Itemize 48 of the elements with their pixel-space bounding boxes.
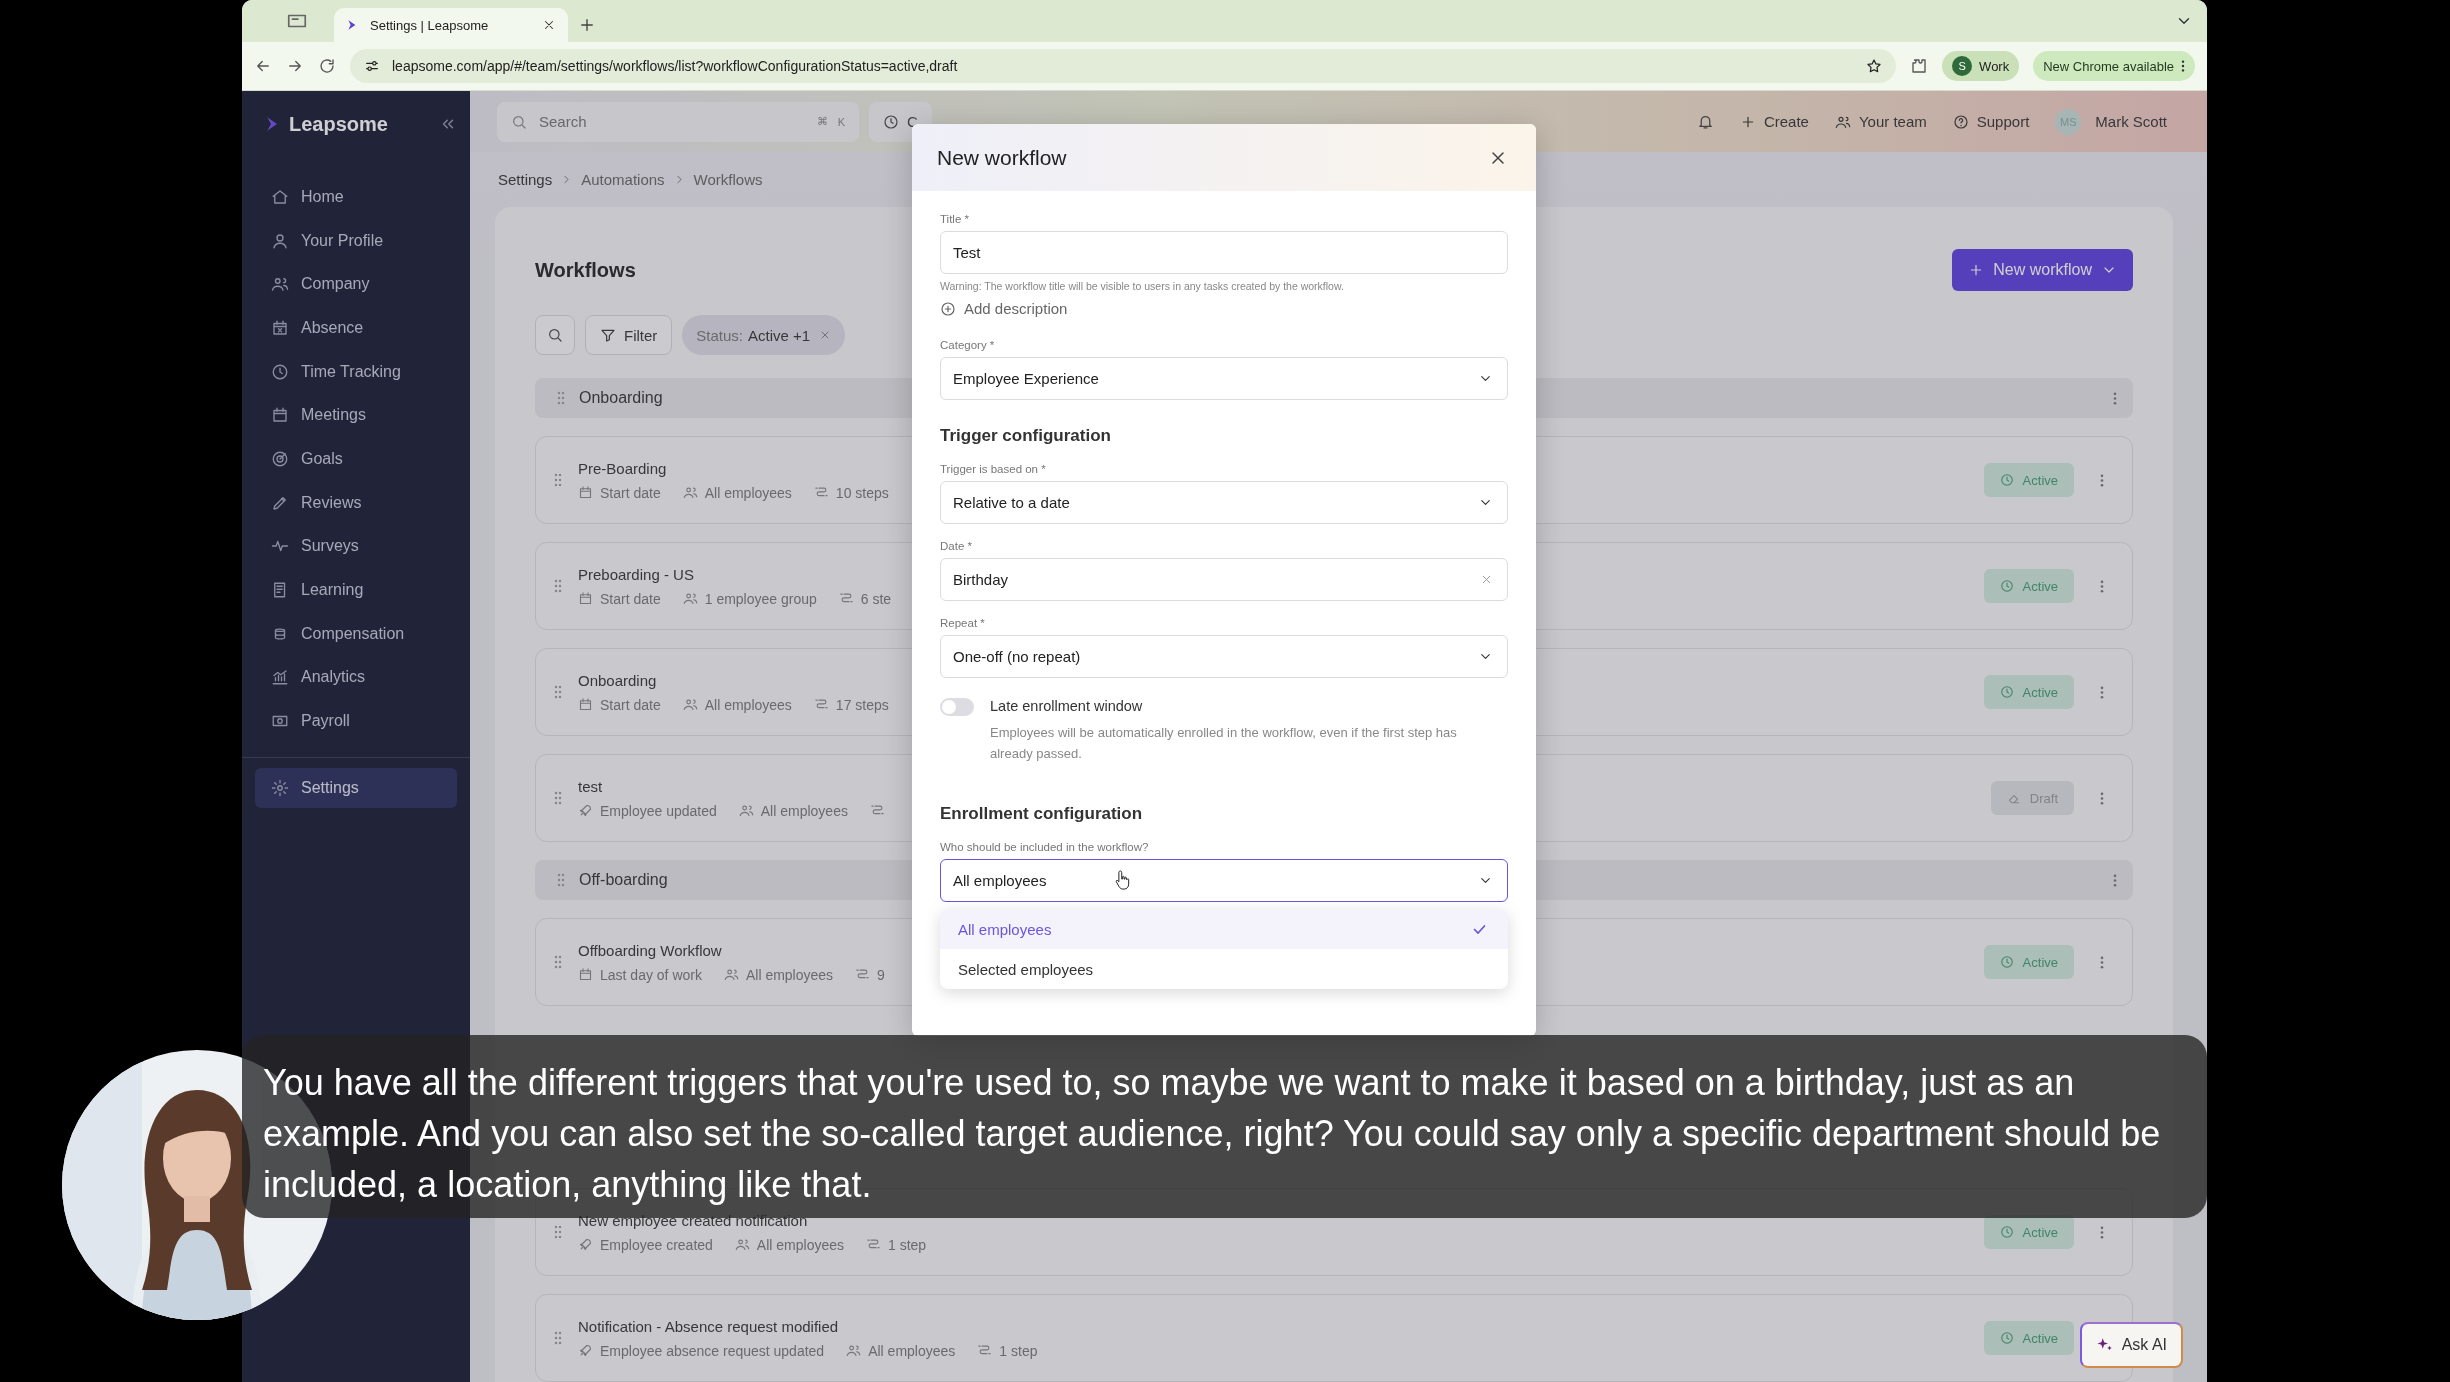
workflow-detail: Employee absence request updated [600,1342,825,1359]
workflow-detail: Start date [600,590,661,607]
status-badge: Active [1983,1321,2074,1355]
workflow-detail: 1 step [999,1342,1038,1359]
workflow-detail: Employee created [600,1236,713,1253]
section-heading: Trigger configuration [940,426,1111,446]
workflow-title: test [578,777,604,795]
dialog-title: New workflow [937,145,1068,170]
workflow-title: Onboarding [578,671,658,689]
status-badge: Active [1983,945,2074,979]
toggle-label: Late enrollment window [990,698,1144,714]
status-badge: Draft [1990,781,2074,815]
workflow-detail: 1 employee group [704,590,817,607]
workflow-detail: Start date [600,484,661,501]
workflow-title: Notification - Absence request modified [578,1317,840,1335]
workflow-detail: 6 ste [860,590,892,607]
workflow-detail: All employees [704,696,792,713]
workflow-detail: 9 [877,966,885,983]
workflow-detail: Last day of work [600,966,702,983]
workflow-detail: All employees [745,966,834,983]
status-badge: Active [1983,463,2074,497]
workflow-detail: All employees [868,1342,956,1359]
warning-text: Warning: The workflow title will be visible to users in any tasks created by the workflow. [940,280,1345,292]
workflow-detail: All employees [756,1236,844,1253]
brand-name: Leapsome [289,112,388,136]
status-badge: Active [1983,569,2074,603]
shortcut-key: ⌘ [816,115,828,129]
workflow-detail: Start date [600,696,661,713]
workflow-detail: 1 step [888,1236,927,1253]
page-title: Workflows [535,258,636,282]
workflow-detail: All employees [704,484,792,501]
field-label: Repeat * [940,617,985,629]
field-label: Date * [940,540,972,552]
workflow-title: Preboarding - US [578,565,695,583]
field-label: Trigger is based on * [940,463,1046,475]
workflow-detail: Employee updated [600,802,717,819]
toggle-description: Employees will be automatically enrolled in the workflow, even if the first step has already passed. [990,724,1458,763]
status-badge: Active [1983,675,2074,709]
workflow-title: Offboarding Workflow [578,941,723,959]
shortcut-key: K [837,115,845,128]
workflow-detail: 10 steps [835,484,889,501]
field-label: Title * [940,213,969,225]
section-heading: Enrollment configuration [940,804,1143,824]
workflow-detail: All employees [760,802,848,819]
field-label: Category * [940,339,995,351]
field-label: Who should be included in the workflow? [940,841,1149,853]
workflow-title: Pre-Boarding [578,459,668,477]
workflow-detail: 17 steps [835,696,889,713]
